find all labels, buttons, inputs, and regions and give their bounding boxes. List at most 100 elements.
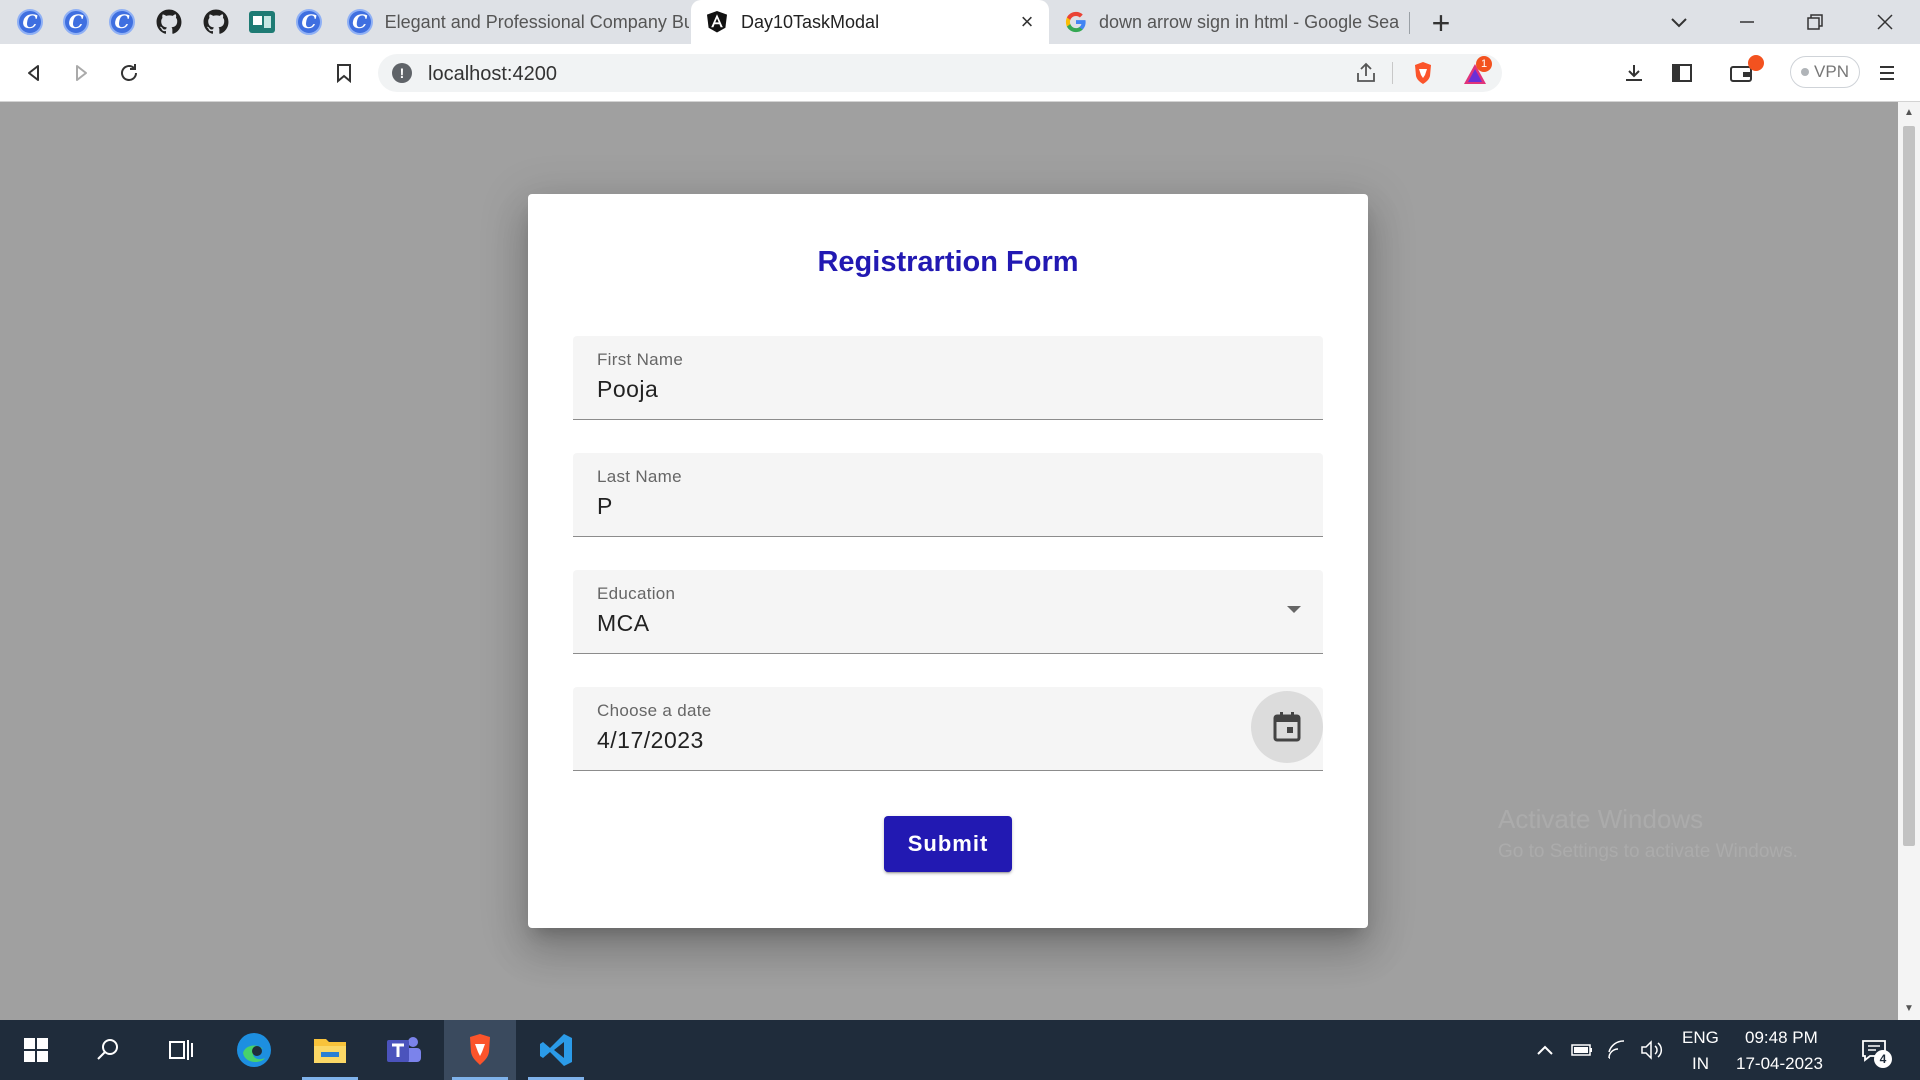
tab-canva-company[interactable]: C Elegant and Professional Company Bu — [333, 0, 689, 44]
brave-shields-icon[interactable] — [1410, 60, 1436, 86]
submit-button[interactable]: Submit — [884, 816, 1012, 872]
close-tab-icon[interactable]: × — [1015, 9, 1039, 34]
canva-icon: C — [296, 9, 322, 35]
vpn-label: VPN — [1814, 62, 1849, 81]
taskbar-edge[interactable] — [218, 1020, 290, 1080]
url-text[interactable]: localhost:4200 — [428, 63, 557, 86]
back-arrow-icon — [28, 65, 39, 81]
tab-title: down arrow sign in html - Google Sea — [1099, 11, 1400, 32]
downloads-button[interactable] — [1614, 53, 1654, 93]
dropdown-arrow-icon[interactable] — [1287, 606, 1301, 613]
brave-icon — [470, 1034, 490, 1065]
ms-forms-icon — [249, 11, 275, 33]
vpn-status-icon — [1801, 68, 1810, 76]
education-selected-value[interactable]: MCA — [597, 610, 650, 637]
restore-button[interactable] — [1782, 0, 1848, 44]
pinned-tab-github-1[interactable] — [146, 0, 192, 44]
pinned-tab-github-2[interactable] — [193, 0, 239, 44]
input-language[interactable]: ENG — [1682, 1028, 1719, 1048]
minimize-icon — [1740, 21, 1754, 23]
notification-count-badge: 4 — [1874, 1050, 1892, 1068]
clock-time[interactable]: 09:48 PM — [1745, 1028, 1818, 1048]
close-window-button[interactable] — [1852, 0, 1918, 44]
first-name-field[interactable]: First Name Pooja — [573, 336, 1323, 420]
task-view-button[interactable] — [144, 1020, 216, 1080]
scroll-down-arrow-icon[interactable]: ▼ — [1903, 1002, 1915, 1014]
wallet-badge — [1748, 55, 1764, 71]
back-button[interactable] — [14, 53, 54, 93]
forward-button[interactable] — [61, 53, 101, 93]
scroll-up-arrow-icon[interactable]: ▲ — [1903, 106, 1915, 118]
education-label: Education — [597, 584, 676, 603]
pinned-tab-forms[interactable] — [239, 0, 285, 44]
first-name-input[interactable]: Pooja — [597, 376, 658, 403]
folder-icon — [314, 1039, 346, 1063]
vpn-button[interactable]: VPN — [1790, 56, 1860, 88]
page-scrollbar[interactable]: ▲ ▼ — [1898, 102, 1920, 1020]
taskbar-brave[interactable] — [444, 1020, 516, 1080]
tab-strip: C C C C C Elegant and Professional Compa… — [0, 0, 1920, 44]
teams-icon — [387, 1037, 421, 1062]
chevron-up-icon — [1537, 1045, 1553, 1055]
pinned-tab-canva-2[interactable]: C — [53, 0, 99, 44]
input-region[interactable]: IN — [1692, 1054, 1709, 1074]
tab-title: Day10TaskModal — [741, 11, 880, 32]
watermark-line2: Go to Settings to activate Windows. — [1498, 841, 1798, 862]
clock-date[interactable]: 17-04-2023 — [1736, 1054, 1823, 1074]
tab-separator — [1409, 12, 1410, 34]
address-bar-divider — [1392, 62, 1393, 84]
last-name-input[interactable]: P — [597, 493, 613, 520]
tab-day10taskmodal[interactable]: Day10TaskModal × — [691, 0, 1049, 44]
canva-icon: C — [347, 9, 373, 35]
activate-windows-watermark: Activate Windows Go to Settings to activ… — [1498, 804, 1798, 863]
date-input[interactable]: 4/17/2023 — [597, 727, 704, 754]
sidebar-toggle-button[interactable] — [1662, 53, 1702, 93]
calendar-icon — [1273, 712, 1301, 742]
canva-icon: C — [109, 9, 135, 35]
canva-icon: C — [17, 9, 43, 35]
volume-tray-button[interactable] — [1640, 1038, 1664, 1062]
tab-title: Elegant and Professional Company Bu — [384, 11, 689, 32]
datepicker-toggle-button[interactable] — [1251, 691, 1323, 763]
watermark-line1: Activate Windows — [1498, 804, 1704, 834]
close-icon — [1877, 14, 1893, 30]
pinned-tab-canva-3[interactable]: C — [99, 0, 145, 44]
sidebar-icon — [1672, 64, 1692, 82]
windows-taskbar: ENG IN 09:48 PM 17-04-2023 4 — [0, 1020, 1920, 1080]
date-field[interactable]: Choose a date 4/17/2023 — [573, 687, 1323, 771]
tab-google-search[interactable]: down arrow sign in html - Google Sea — [1051, 0, 1409, 44]
pinned-tab-canva-1[interactable]: C — [7, 0, 53, 44]
address-bar[interactable]: ! localhost:4200 1 — [378, 54, 1502, 92]
taskbar-search-button[interactable] — [72, 1020, 144, 1080]
bookmark-button[interactable] — [324, 53, 364, 93]
education-select[interactable]: Education MCA — [573, 570, 1323, 654]
taskbar-vscode[interactable] — [520, 1020, 592, 1080]
reload-button[interactable] — [109, 53, 149, 93]
github-icon — [203, 9, 229, 34]
pinned-tab-canva-4[interactable]: C — [286, 0, 332, 44]
show-hidden-icons-button[interactable] — [1533, 1038, 1557, 1062]
forward-arrow-icon — [76, 65, 87, 81]
main-menu-button[interactable] — [1867, 53, 1907, 93]
browser-toolbar: ! localhost:4200 1 VPN — [0, 44, 1920, 102]
hamburger-menu-icon — [1880, 66, 1894, 80]
share-icon[interactable] — [1354, 61, 1378, 85]
battery-icon — [1571, 1044, 1592, 1056]
brave-rewards-icon[interactable]: 1 — [1462, 56, 1492, 86]
taskbar-teams[interactable] — [368, 1020, 440, 1080]
last-name-field[interactable]: Last Name P — [573, 453, 1323, 537]
scrollbar-thumb[interactable] — [1903, 126, 1915, 846]
battery-tray-button[interactable] — [1570, 1038, 1594, 1062]
new-tab-button[interactable]: + — [1424, 5, 1458, 41]
action-center-button[interactable]: 4 — [1858, 1036, 1892, 1068]
wallet-button[interactable] — [1722, 53, 1764, 93]
taskbar-file-explorer[interactable] — [294, 1020, 366, 1080]
tab-search-button[interactable] — [1646, 0, 1712, 44]
network-tray-button[interactable] — [1606, 1038, 1630, 1062]
site-info-icon[interactable]: ! — [392, 63, 412, 83]
minimize-button[interactable] — [1714, 0, 1780, 44]
start-button[interactable] — [0, 1020, 72, 1080]
speaker-icon — [1641, 1040, 1663, 1060]
last-name-label: Last Name — [597, 467, 682, 486]
rewards-badge: 1 — [1476, 56, 1492, 72]
